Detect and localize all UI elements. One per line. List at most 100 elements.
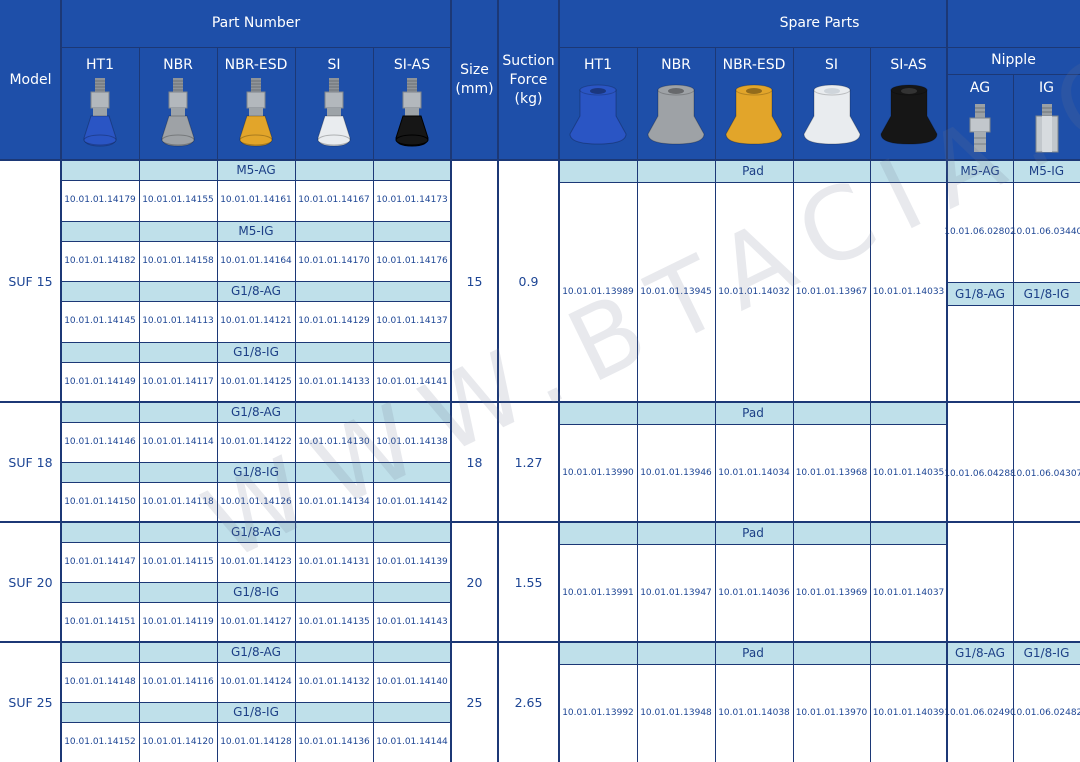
grid-line: [559, 544, 947, 545]
pad-code: 10.01.01.14032: [715, 182, 793, 402]
part-material-label: HT1: [86, 57, 114, 73]
thread-band: G1/8-IG: [61, 341, 451, 362]
grid-line: [61, 422, 451, 423]
thread-band: G1/8-AG: [61, 642, 451, 662]
part-code: 10.01.01.14173: [373, 180, 451, 221]
grid-line: [61, 702, 451, 703]
part-code: 10.01.01.14134: [295, 482, 373, 522]
pad-orange-icon: [715, 74, 793, 160]
spare-col-5: SI-AS: [870, 47, 947, 160]
thread-band: G1/8-AG: [61, 522, 451, 542]
pad-code: 10.01.01.13992: [559, 664, 637, 762]
grid-line: [715, 47, 716, 762]
thread-band: M5-IG: [61, 220, 451, 241]
part-code: 10.01.01.14123: [217, 542, 295, 582]
grid-line: [947, 282, 1080, 283]
grid-line: [946, 0, 948, 762]
grid-line: [558, 0, 560, 762]
nipple-ig-icon: [1013, 97, 1080, 160]
part-code: 10.01.01.14127: [217, 602, 295, 642]
part-code: 10.01.01.14164: [217, 240, 295, 281]
thread-band: G1/8-AG: [61, 281, 451, 301]
part-code: 10.01.01.14140: [373, 662, 451, 702]
grid-line: [637, 47, 638, 762]
part-code: 10.01.01.14167: [295, 180, 373, 221]
spare-col-1: HT1: [559, 47, 637, 160]
part-col-4: SI: [295, 47, 373, 160]
part-code: 10.01.01.14121: [217, 301, 295, 342]
grid-line: [559, 664, 947, 665]
spare-col-2: NBR: [637, 47, 715, 160]
part-code: 10.01.01.14151: [61, 602, 139, 642]
pad-code: 10.01.01.13991: [559, 544, 637, 642]
part-code: 10.01.01.14152: [61, 722, 139, 762]
pad-code: 10.01.01.14033: [870, 182, 947, 402]
force-cell: 0.9: [498, 160, 559, 402]
grid-line: [450, 0, 452, 762]
grid-line: [61, 361, 451, 363]
nipple-code-ig: 10.01.06.03440: [1011, 182, 1080, 282]
pad-code: 10.01.01.13968: [793, 424, 870, 522]
pad-code: 10.01.01.14037: [870, 544, 947, 642]
part-code: 10.01.01.14150: [61, 482, 139, 522]
grid-line: [61, 722, 451, 723]
pad-code: 10.01.01.14039: [870, 664, 947, 762]
spare-material-label: NBR: [661, 57, 691, 73]
pad-code: 10.01.01.13969: [793, 544, 870, 642]
size-cell: 18: [451, 402, 498, 522]
grid-line: [497, 0, 499, 762]
part-material-label: NBR: [163, 57, 193, 73]
part-material-label: SI-AS: [393, 57, 431, 73]
nipple-thread-ag: G1/8-AG: [947, 282, 1013, 305]
suction-cup-orange-icon: [217, 74, 295, 160]
grid-line: [61, 482, 451, 483]
force-cell: 2.65: [498, 642, 559, 762]
part-code: 10.01.01.14122: [217, 422, 295, 462]
nipple-thread-ig: G1/8-IG: [1013, 642, 1080, 664]
pad-grey-icon: [637, 74, 715, 160]
nipple-ag-icon: [947, 97, 1013, 160]
pad-code: 10.01.01.14034: [715, 424, 793, 522]
pad-band: Pad: [559, 160, 947, 182]
grid-line: [61, 180, 451, 181]
grid-line: [0, 641, 1080, 643]
grid-line: [61, 542, 451, 543]
part-code: 10.01.01.14135: [295, 602, 373, 642]
part-code: 10.01.01.14137: [373, 301, 451, 342]
grid-line: [61, 662, 451, 663]
pad-code: 10.01.01.13945: [637, 182, 715, 402]
pad-code: 10.01.01.13990: [559, 424, 637, 522]
part-code: 10.01.01.14147: [61, 542, 139, 582]
grid-line: [61, 582, 451, 583]
grid-line: [295, 47, 296, 762]
part-code: 10.01.01.14170: [295, 240, 373, 281]
grid-line: [217, 47, 218, 762]
suction-cup-blue-icon: [61, 74, 139, 160]
part-col-5: SI-AS: [373, 47, 451, 160]
part-code: 10.01.01.14141: [373, 361, 451, 402]
nipple-thread-ig: G1/8-IG: [1013, 282, 1080, 305]
suction-force-header: Suction Force (kg): [498, 0, 559, 160]
part-code: 10.01.01.14138: [373, 422, 451, 462]
pad-code: 10.01.01.13948: [637, 664, 715, 762]
size-cell: 15: [451, 160, 498, 402]
nipple-col-ig: IG: [1013, 74, 1080, 160]
grid-line: [947, 664, 1080, 665]
grid-line: [61, 301, 451, 302]
part-number-header: Part Number: [61, 0, 451, 47]
model-cell: SUF 20: [0, 522, 61, 642]
pad-code: 10.01.01.14036: [715, 544, 793, 642]
spare-material-label: HT1: [584, 57, 612, 73]
pad-code: 10.01.01.13989: [559, 182, 637, 402]
part-code: 10.01.01.14139: [373, 542, 451, 582]
nipple-thread-ig: M5-IG: [1013, 160, 1080, 182]
grid-line: [947, 305, 1080, 306]
part-code: 10.01.01.14148: [61, 662, 139, 702]
grid-line: [61, 341, 451, 343]
grid-line: [0, 159, 1080, 161]
nipple-code-ag: 10.01.06.02802: [944, 182, 1016, 282]
grid-line: [139, 47, 140, 762]
part-code: 10.01.01.14116: [139, 662, 217, 702]
model-cell: SUF 15: [0, 160, 61, 402]
part-code: 10.01.01.14182: [61, 240, 139, 281]
